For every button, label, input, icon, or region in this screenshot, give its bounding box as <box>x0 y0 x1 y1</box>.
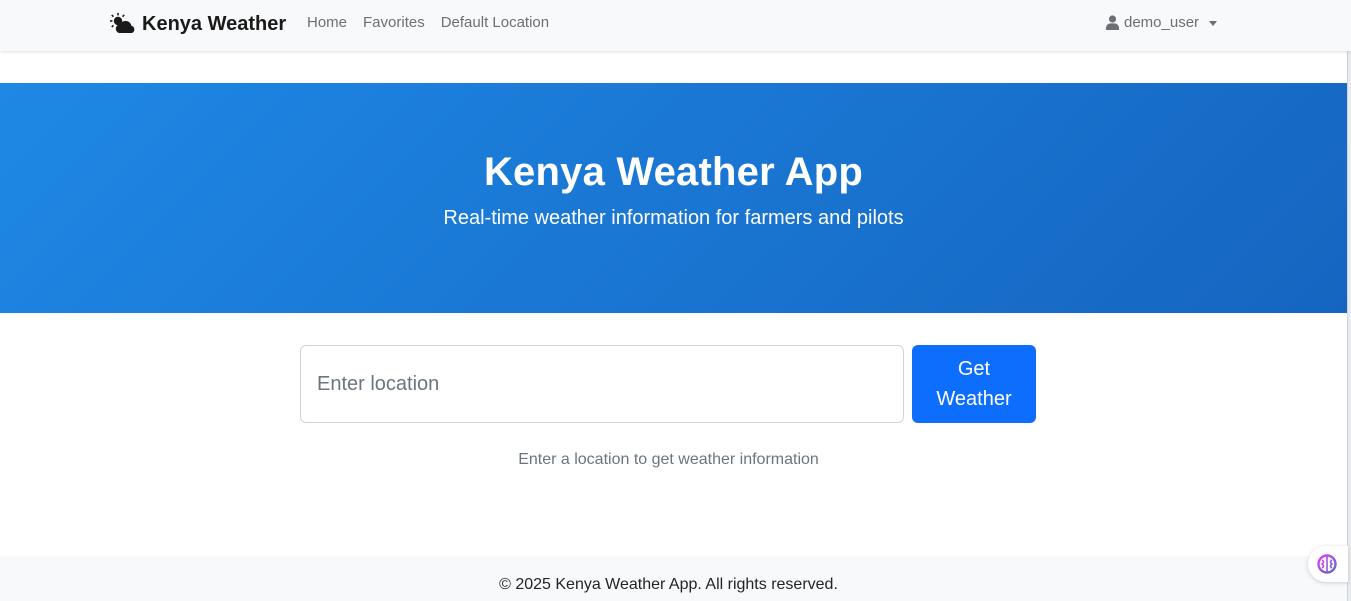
nav-link-home[interactable]: Home <box>307 14 347 31</box>
nav-link-favorites[interactable]: Favorites <box>363 14 425 31</box>
user-icon <box>1106 15 1119 30</box>
brain-icon <box>1317 554 1337 574</box>
location-search-input[interactable] <box>300 345 904 423</box>
caret-down-icon <box>1209 20 1218 26</box>
get-weather-button[interactable]: Get Weather <box>912 345 1036 423</box>
hero-title: Kenya Weather App <box>483 150 864 194</box>
hero-banner: Kenya Weather App Real-time weather info… <box>0 83 1347 313</box>
hero-subtitle: Real-time weather information for farmer… <box>443 207 904 229</box>
nav-link-default-location[interactable]: Default Location <box>441 14 549 31</box>
brand-label: Kenya Weather <box>142 12 287 35</box>
page-scrollbar[interactable] <box>1347 0 1351 601</box>
top-navbar: Kenya Weather Home Favorites Default Loc… <box>0 0 1351 51</box>
footer-copyright: © 2025 Kenya Weather App. All rights res… <box>499 576 838 593</box>
cloud-sun-icon <box>110 13 135 33</box>
user-name: demo_user <box>1124 14 1200 31</box>
nav-links: Home Favorites Default Location <box>307 14 549 31</box>
page-footer: © 2025 Kenya Weather App. All rights res… <box>0 556 1347 601</box>
assistant-button[interactable] <box>1308 546 1348 582</box>
search-hint: Enter a location to get weather informat… <box>518 451 819 468</box>
user-dropdown-toggle[interactable]: demo_user <box>1106 14 1218 31</box>
brand-link[interactable]: Kenya Weather <box>110 12 286 36</box>
